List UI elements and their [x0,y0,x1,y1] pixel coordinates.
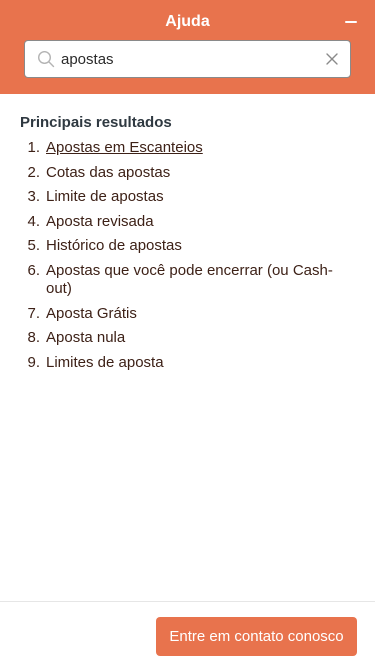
result-item[interactable]: 3. Limite de apostas [0,188,375,206]
result-item[interactable]: 5. Histórico de apostas [0,237,375,255]
result-number: 8. [27,329,40,347]
result-link[interactable]: Limite de apostas [46,188,164,205]
close-icon[interactable] [324,51,340,67]
widget-header: Ajuda [0,0,375,94]
result-number: 3. [27,188,40,206]
results-list: 1. Apostas em Escanteios 2. Cotas das ap… [0,139,375,378]
minimize-icon [345,21,357,23]
widget-footer: Entre em contato conosco [0,601,375,667]
search-box[interactable] [24,40,351,78]
result-item[interactable]: 9. Limites de aposta [0,354,375,372]
result-number: 9. [27,353,40,371]
result-number: 4. [27,212,40,230]
widget-title: Ajuda [165,13,210,30]
result-link[interactable]: Aposta nula [46,329,125,346]
result-link[interactable]: Apostas em Escanteios [46,139,203,156]
result-number: 6. [27,261,40,279]
result-number: 2. [27,163,40,181]
minimize-button[interactable] [341,10,361,32]
result-item[interactable]: 2. Cotas das apostas [0,164,375,182]
result-link[interactable]: Apostas que você pode encerrar (ou Cash-… [46,262,333,297]
result-link[interactable]: Cotas das apostas [46,164,170,181]
result-item[interactable]: 6. Apostas que você pode encerrar (ou Ca… [0,262,375,298]
result-link[interactable]: Limites de aposta [46,354,164,371]
result-link[interactable]: Aposta Grátis [46,305,137,322]
search-input[interactable] [61,41,311,77]
result-number: 1. [27,139,40,156]
result-number: 5. [27,237,40,255]
result-item[interactable]: 1. Apostas em Escanteios [0,139,375,157]
result-item[interactable]: 4. Aposta revisada [0,213,375,231]
result-link[interactable]: Aposta revisada [46,213,154,230]
result-link[interactable]: Histórico de apostas [46,237,182,254]
contact-us-button[interactable]: Entre em contato conosco [156,617,357,656]
results-heading: Principais resultados [20,114,172,131]
result-number: 7. [27,304,40,322]
help-widget: Ajuda Principais resultados 1. Apostas e… [0,0,375,667]
result-item[interactable]: 7. Aposta Grátis [0,305,375,323]
search-icon [37,50,55,68]
result-item[interactable]: 8. Aposta nula [0,329,375,347]
